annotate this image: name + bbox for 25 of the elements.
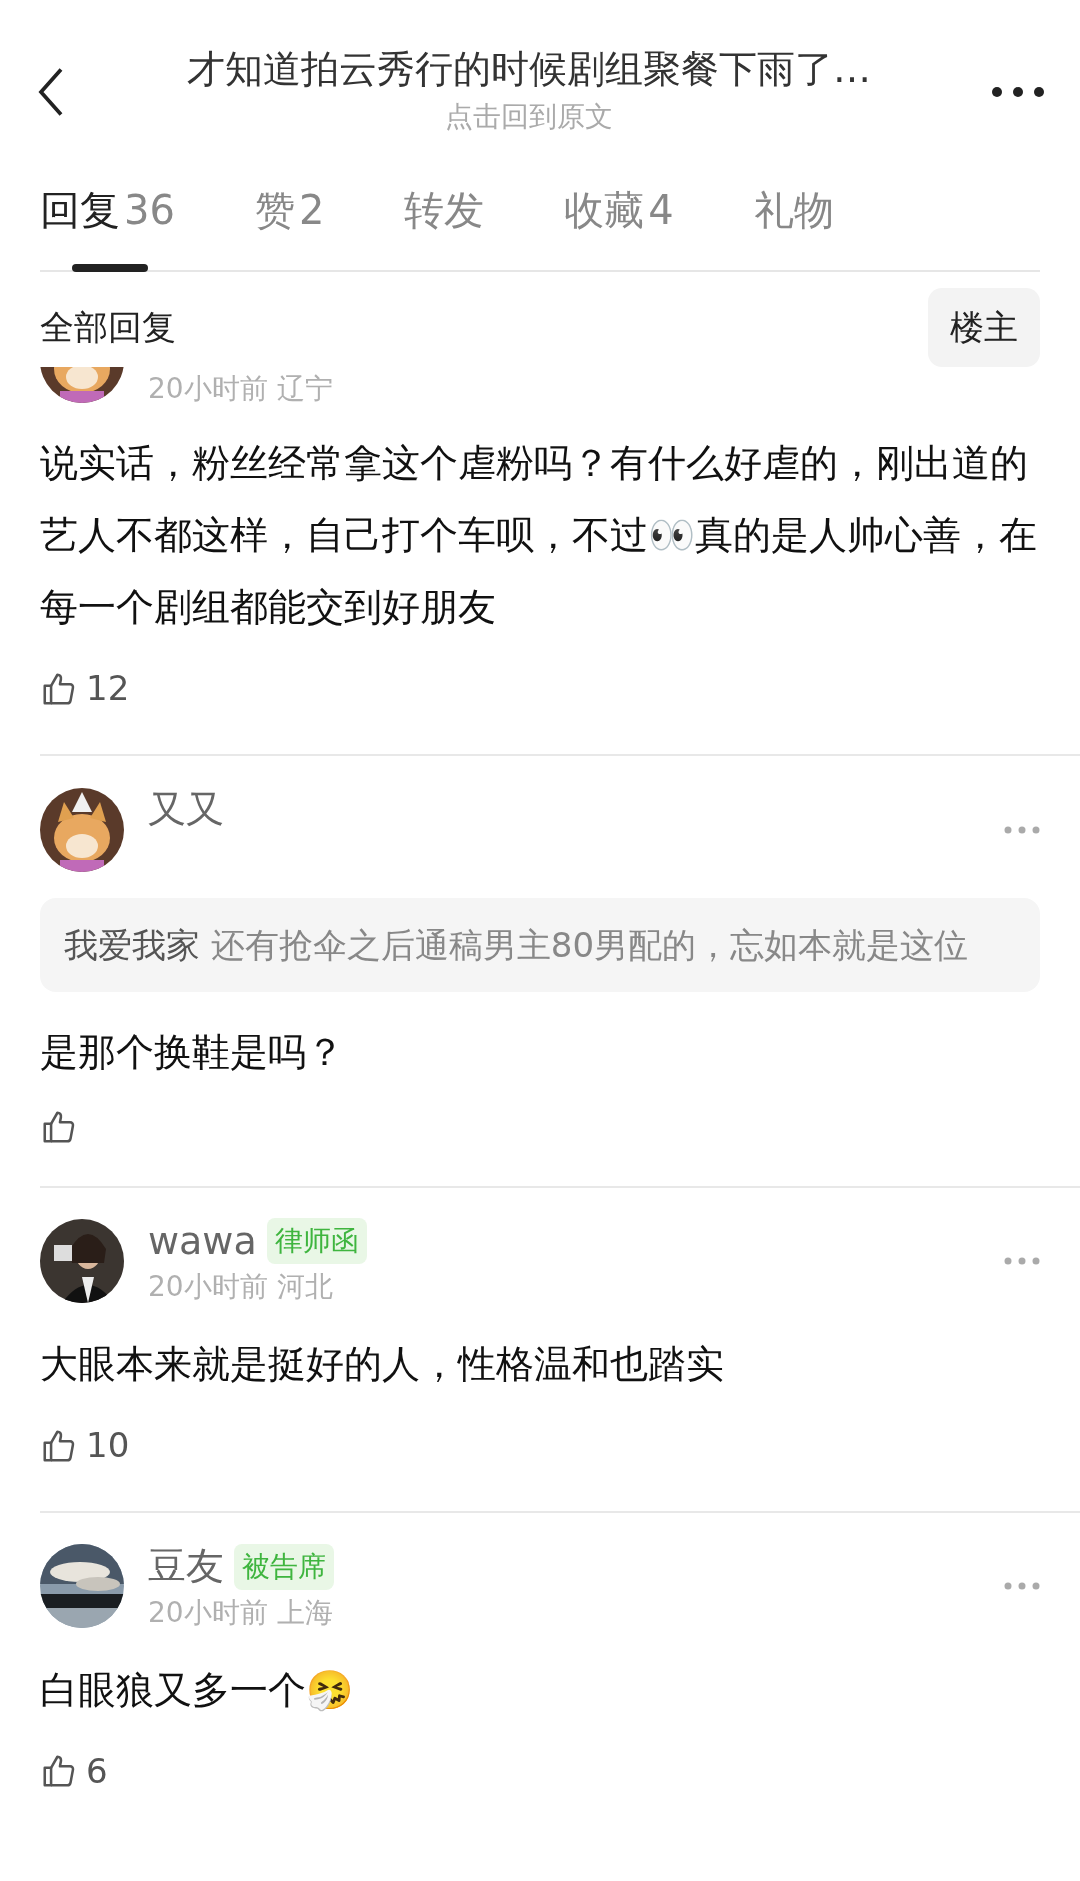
section-label: 全部回复 bbox=[40, 306, 176, 349]
like-count: 10 bbox=[86, 1424, 130, 1467]
comment-text: 说实话，粉丝经常拿这个虐粉吗？有什么好虐的，刚出道的艺人不都这样，自己打个车呗，不过👀真的是人帅心善，在每一个剧组都能交到好朋友 bbox=[40, 440, 1038, 631]
post-title: 才知道拍云秀行的时候剧组聚餐下雨了… bbox=[187, 46, 871, 94]
like-count: 6 bbox=[86, 1749, 108, 1793]
comment-text: 是那个换鞋是吗？ bbox=[40, 1028, 345, 1076]
tab[interactable]: 回复 36 bbox=[40, 180, 175, 270]
comment-time: 20小时前 河北 bbox=[148, 1269, 334, 1304]
tab[interactable]: 转发 bbox=[404, 180, 485, 270]
username[interactable]: 又又 bbox=[148, 786, 224, 834]
tab[interactable]: 赞2 bbox=[254, 180, 325, 270]
user-tag: 被告席 bbox=[234, 1543, 334, 1590]
filter-button[interactable]: 楼主 bbox=[928, 288, 1040, 367]
username[interactable]: wawa bbox=[148, 1217, 257, 1265]
quoted-reply[interactable]: 我爱我家 还有抢伞之后通稿男主80男配的，忘如本就是这位 bbox=[40, 897, 1040, 992]
comment-time: 20小时前 上海 bbox=[148, 1594, 334, 1630]
comment-text: 大眼本来就是挺好的人，性格温和也踏实 bbox=[40, 1341, 725, 1388]
tab[interactable]: 礼物 bbox=[753, 180, 834, 270]
more-icon[interactable] bbox=[992, 87, 1044, 97]
like-count: 12 bbox=[86, 667, 130, 710]
tab[interactable]: 收藏4 bbox=[564, 180, 674, 270]
comment-time: 20小时前 辽宁 bbox=[148, 375, 333, 403]
username[interactable]: 豆友 bbox=[148, 1543, 224, 1591]
comment-text: 白眼狼又多一个🤧 bbox=[40, 1666, 354, 1714]
user-tag: 律师函 bbox=[266, 1218, 367, 1265]
